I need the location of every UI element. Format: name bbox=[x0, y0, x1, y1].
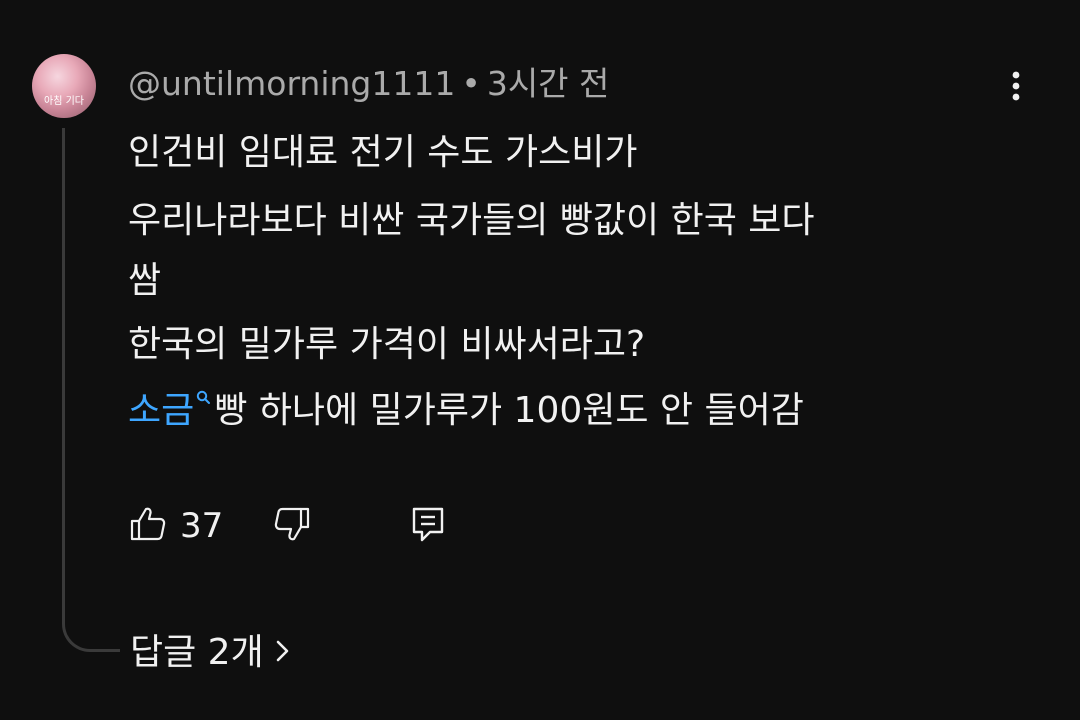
comment-line-rest: 빵 하나에 밀가루가 100원도 안 들어감 bbox=[214, 390, 804, 431]
comment-body: 인건비 임대료 전기 수도 가스비가 우리나라보다 비싼 국가들의 빵값이 한국… bbox=[128, 126, 1028, 438]
comment-line: 쌈 bbox=[128, 260, 162, 301]
thumbs-up-icon bbox=[130, 507, 166, 541]
author-handle[interactable]: @untilmorning1111 bbox=[128, 64, 455, 103]
search-link[interactable]: 소금 bbox=[128, 390, 214, 431]
comment-line: 우리나라보다 비싼 국가들의 빵값이 한국 보다 bbox=[128, 200, 815, 241]
search-icon bbox=[197, 390, 211, 404]
like-button[interactable] bbox=[128, 504, 168, 544]
separator-dot: • bbox=[461, 64, 481, 103]
reply-icon bbox=[412, 507, 444, 542]
replies-label: 답글 2개 bbox=[130, 632, 264, 673]
thread-line bbox=[62, 128, 120, 652]
chevron-right-icon bbox=[276, 640, 289, 662]
avatar[interactable]: 아침 기다 bbox=[32, 54, 96, 118]
comment-header: @untilmorning1111 • 3시간 전 bbox=[128, 62, 609, 106]
more-button[interactable] bbox=[1000, 66, 1032, 106]
avatar-text: 아침 기다 bbox=[44, 96, 84, 107]
like-count: 37 bbox=[180, 506, 224, 546]
comment-line: 소금 빵 하나에 밀가루가 100원도 안 들어감 bbox=[128, 384, 1028, 438]
view-replies-button[interactable]: 답글 2개 bbox=[130, 628, 292, 678]
thumbs-down-icon bbox=[274, 507, 310, 541]
timestamp[interactable]: 3시간 전 bbox=[487, 64, 610, 103]
reply-button[interactable] bbox=[408, 504, 448, 544]
comment-thread: 아침 기다 @untilmorning1111 • 3시간 전 인건비 임대료 전기… bbox=[0, 0, 1080, 720]
comment-line: 한국의 밀가루 가격이 비싸서라고? bbox=[128, 324, 646, 365]
comment-line: 인건비 임대료 전기 수도 가스비가 bbox=[128, 132, 638, 173]
dislike-button[interactable] bbox=[272, 504, 312, 544]
search-link-text[interactable]: 소금 bbox=[128, 390, 194, 431]
more-vert-icon bbox=[1012, 71, 1020, 101]
